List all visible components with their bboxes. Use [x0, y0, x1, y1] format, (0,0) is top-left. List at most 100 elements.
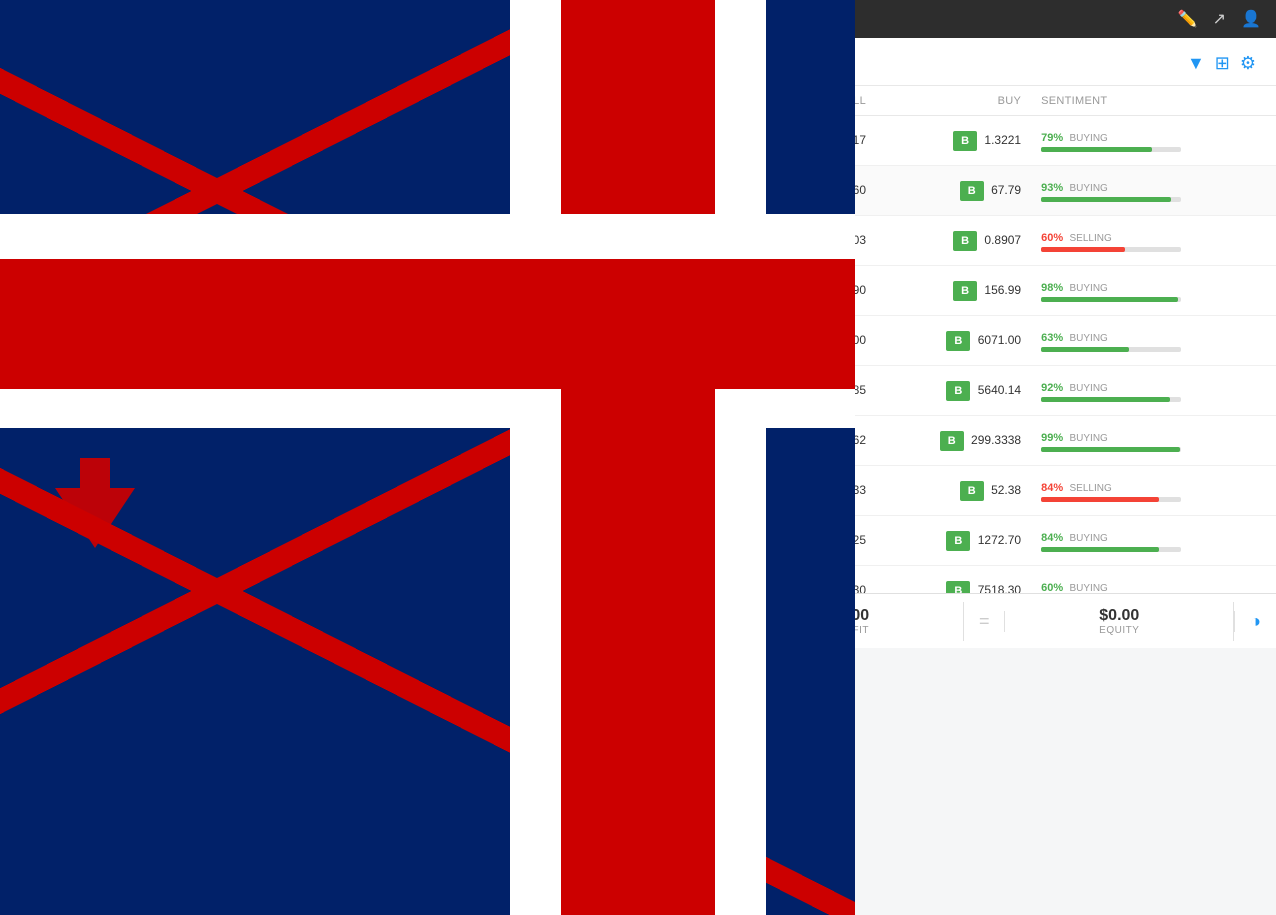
sentiment-bar-fill — [1041, 297, 1178, 302]
buy-price: 1.3221 — [984, 133, 1021, 147]
buy-cell: B 1.3221 — [876, 116, 1031, 166]
topbar-icons: ✏️ ↗ 👤 — [1178, 9, 1261, 29]
buy-button[interactable]: B — [940, 431, 964, 451]
table-row: UK100 -0.09% (-6.50) — [195, 566, 1276, 594]
buy-cell: B 67.79 — [876, 166, 1031, 216]
buy-price: 67.79 — [991, 183, 1021, 197]
sentiment-bar-bg — [1041, 547, 1181, 552]
equals-icon: = — [979, 611, 990, 632]
buy-cell: B 0.8907 — [876, 216, 1031, 266]
buy-price: 0.8907 — [984, 233, 1021, 247]
equity-section: $0.00 EQUITY — [1005, 602, 1234, 641]
sentiment-bar-fill — [1041, 197, 1171, 202]
buy-price: 7518.30 — [978, 583, 1021, 594]
sentiment-bar-bg — [1041, 447, 1181, 452]
sentiment-pct: 84% — [1041, 532, 1063, 544]
sentiment-pct: 84% — [1041, 482, 1063, 494]
user-icon[interactable]: 👤 — [1241, 9, 1261, 29]
col-sentiment: SENTIMENT — [1031, 86, 1276, 116]
buy-price: 5640.14 — [978, 383, 1021, 397]
sentiment-cell: 84% BUYING — [1031, 516, 1276, 566]
buy-button[interactable]: B — [953, 131, 977, 151]
sentiment-cell: 99% BUYING — [1031, 416, 1276, 466]
sentiment-cell: 60% BUYING — [1031, 566, 1276, 594]
sentiment-cell: 60% SELLING — [1031, 216, 1276, 266]
equity-label: EQUITY — [1099, 625, 1139, 636]
buy-button[interactable]: B — [946, 531, 970, 551]
buy-button[interactable]: B — [960, 181, 984, 201]
watchlist-table: MARKETS CHANGE 1D ⇅ SELL BUY SENTIMENT — [195, 86, 1276, 593]
sentiment-bar-bg — [1041, 197, 1181, 202]
buy-button[interactable]: B — [946, 581, 970, 594]
sentiment-cell: 98% BUYING — [1031, 266, 1276, 316]
sentiment-cell: 84% SELLING — [1031, 466, 1276, 516]
chart-icon-section: ◑ — [1234, 611, 1276, 632]
buy-cell: B 52.38 — [876, 466, 1031, 516]
sentiment-cell: 93% BUYING — [1031, 166, 1276, 216]
sentiment-bar-fill — [1041, 147, 1152, 152]
sentiment-cell: 92% BUYING — [1031, 366, 1276, 416]
main-layout: cbowen951 Complete Profile TRADE REAL 👁 … — [0, 38, 1276, 648]
pie-chart-icon: ◑ — [1250, 611, 1261, 632]
sentiment-label: BUYING — [1069, 433, 1107, 444]
sentiment-bar-bg — [1041, 247, 1181, 252]
sentiment-label: BUYING — [1069, 583, 1107, 594]
sentiment-pct: 92% — [1041, 382, 1063, 394]
sentiment-pct: 98% — [1041, 282, 1063, 294]
buy-cell: B 156.99 — [876, 266, 1031, 316]
sentiment-label: BUYING — [1069, 333, 1107, 344]
sentiment-bar-bg — [1041, 497, 1181, 502]
sentiment-pct: 99% — [1041, 432, 1063, 444]
watchlist-actions: ▼ ⊞ ⚙ — [1187, 53, 1256, 74]
sentiment-bar-bg — [1041, 347, 1181, 352]
table-row: LLOY.L Lloyd's 0.22% (0.15) — [195, 166, 1276, 216]
sentiment-label: BUYING — [1069, 383, 1107, 394]
buy-button[interactable]: B — [953, 231, 977, 251]
sentiment-bar-bg — [1041, 147, 1181, 152]
buy-price: 52.38 — [991, 483, 1021, 497]
sentiment-bar-fill — [1041, 347, 1129, 352]
sentiment-pct: 60% — [1041, 582, 1063, 594]
watchlist-tbody: GBPUSD 0.68% (0.0089) — [195, 116, 1276, 594]
buy-price: 156.99 — [984, 283, 1021, 297]
sentiment-label: BUYING — [1069, 533, 1107, 544]
grid-icon[interactable]: ⊞ — [1215, 53, 1230, 74]
sentiment-label: SELLING — [1069, 483, 1111, 494]
buy-cell: B 5640.14 — [876, 366, 1031, 416]
market-cell: UK100 — [195, 566, 425, 594]
equity-value: $0.00 — [1099, 607, 1139, 625]
buy-price: 6071.00 — [978, 333, 1021, 347]
content: My Watchlist ▼ ▼ ⊞ ⚙ MARKETS CHANGE 1D ⇅ — [195, 38, 1276, 648]
sentiment-label: SELLING — [1069, 233, 1111, 244]
sentiment-bar-fill — [1041, 497, 1159, 502]
col-buy: BUY — [876, 86, 1031, 116]
buy-price: 299.3338 — [971, 433, 1021, 447]
sentiment-label: BUYING — [1069, 133, 1107, 144]
sentiment-pct: 63% — [1041, 332, 1063, 344]
filter-icon[interactable]: ▼ — [1187, 53, 1205, 74]
equals: = — [964, 611, 1006, 632]
sentiment-cell: 63% BUYING — [1031, 316, 1276, 366]
sentiment-bar-fill — [1041, 397, 1170, 402]
sentiment-label: BUYING — [1069, 283, 1107, 294]
sentiment-bar-bg — [1041, 297, 1181, 302]
sentiment-pct: 93% — [1041, 182, 1063, 194]
buy-button[interactable]: B — [960, 481, 984, 501]
buy-button[interactable]: B — [953, 281, 977, 301]
sentiment-label: BUYING — [1069, 183, 1107, 194]
buy-button[interactable]: B — [946, 381, 970, 401]
sentiment-bar-fill — [1041, 447, 1180, 452]
buy-cell: B 1272.70 — [876, 516, 1031, 566]
sentiment-bar-bg — [1041, 397, 1181, 402]
sentiment-bar-fill — [1041, 547, 1159, 552]
settings-icon[interactable]: ⚙ — [1240, 53, 1256, 74]
buy-button[interactable]: B — [946, 331, 970, 351]
sentiment-pct: 79% — [1041, 132, 1063, 144]
sentiment-bar-fill — [1041, 247, 1125, 252]
buy-price: 1272.70 — [978, 533, 1021, 547]
share-icon[interactable]: ↗ — [1213, 9, 1226, 29]
buy-cell: B 7518.30 — [876, 566, 1031, 594]
pencil-icon[interactable]: ✏️ — [1178, 9, 1198, 29]
watchlist-table-wrapper: MARKETS CHANGE 1D ⇅ SELL BUY SENTIMENT — [195, 86, 1276, 593]
buy-cell: B 299.3338 — [876, 416, 1031, 466]
